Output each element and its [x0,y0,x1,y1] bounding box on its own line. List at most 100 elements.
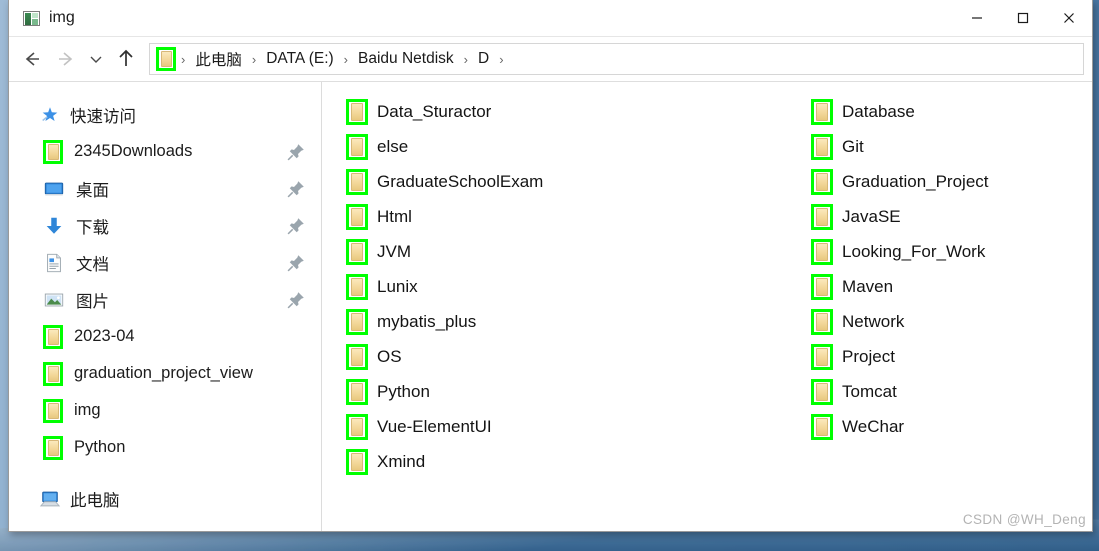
star-pin-icon [42,106,58,121]
file-item[interactable]: GraduateSchoolExam [346,164,811,199]
sidebar-item-label: 下载 [76,218,109,237]
green-folder-icon [346,308,368,335]
sidebar-item-documents[interactable]: 文档 [9,244,321,281]
file-item[interactable]: Network [811,304,1092,339]
sidebar-label-quick-access: 快速访问 [70,107,136,126]
file-item[interactable]: Vue-ElementUI [346,409,811,444]
address-bar[interactable]: › 此电脑 › DATA (E:) › Baidu Netdisk › D › [149,43,1084,75]
file-item[interactable]: Tomcat [811,374,1092,409]
pin-icon[interactable] [285,289,307,311]
maximize-icon [1017,12,1029,24]
green-folder-icon [346,273,368,300]
file-item-name: Project [842,346,895,366]
forward-button[interactable] [49,42,83,76]
file-item-name: Git [842,136,864,156]
window-title: img [49,9,75,26]
recent-locations-button[interactable] [83,42,109,76]
green-folder-icon [346,448,368,475]
sidebar-item-label: img [74,401,101,419]
green-folder-icon [811,308,834,335]
green-folder-icon [811,133,834,160]
breadcrumb-item-data-e[interactable]: DATA (E:) [261,48,338,70]
file-item[interactable]: Git [811,129,1092,164]
breadcrumb-separator: › [499,51,504,67]
sidebar-item-python[interactable]: Python [9,429,321,466]
file-item[interactable]: Lunix [346,269,811,304]
breadcrumb-separator: › [463,51,468,67]
green-folder-icon [811,203,834,230]
sidebar-item-label: Python [74,438,126,456]
file-item[interactable]: OS [346,339,811,374]
file-item[interactable]: else [346,129,811,164]
maximize-button[interactable] [1000,0,1046,36]
green-folder-icon [346,378,368,405]
file-item[interactable]: Data_Sturactor [346,94,811,129]
close-icon [1064,13,1074,23]
forward-arrow-icon [59,52,73,66]
this-pc-icon [39,491,61,506]
file-item[interactable]: Looking_For_Work [811,234,1092,269]
file-column-2: Database Git Graduation_Project JavaSE L… [811,94,1092,531]
back-button[interactable] [15,42,49,76]
green-folder-icon [811,413,834,440]
green-folder-icon [346,133,368,160]
minimize-button[interactable] [954,0,1000,36]
file-column-1: Data_Sturactor else GraduateSchoolExam H… [322,94,811,531]
green-folder-icon [346,168,368,195]
file-item[interactable]: Project [811,339,1092,374]
chevron-down-icon [90,56,102,63]
breadcrumb-item-d[interactable]: D [473,48,494,70]
file-item[interactable]: mybatis_plus [346,304,811,339]
green-folder-icon [346,203,368,230]
file-item[interactable]: Python [346,374,811,409]
file-item[interactable]: WeChar [811,409,1092,444]
file-list-pane[interactable]: Data_Sturactor else GraduateSchoolExam H… [322,82,1092,531]
sidebar-item-label: 文档 [76,255,109,274]
sidebar-item-img[interactable]: img [9,392,321,429]
file-item-name: OS [377,346,402,366]
file-explorer-window: img › 此电脑 › DATA (E:) › Baidu Netdisk › … [8,0,1093,532]
sidebar-item-desktop[interactable]: 桌面 [9,170,321,207]
sidebar-item-2345downloads[interactable]: 2345Downloads [9,133,321,170]
sidebar-item-2023-04[interactable]: 2023-04 [9,318,321,355]
file-item[interactable]: JVM [346,234,811,269]
file-item-name: Python [377,381,430,401]
file-item-name: Maven [842,276,894,296]
explorer-body: 快速访问 2345Downloads 桌面 下载 文档 图片 2023-04 g… [9,82,1092,531]
sidebar-item-quick-access[interactable]: 快速访问 [9,96,321,133]
file-item[interactable]: Html [346,199,811,234]
file-item-name: JavaSE [842,206,901,226]
file-item-name: WeChar [842,416,905,436]
file-item-name: Looking_For_Work [842,241,986,261]
breadcrumb-item-baidu-netdisk[interactable]: Baidu Netdisk [353,48,459,70]
sidebar-item-downloads[interactable]: 下载 [9,207,321,244]
file-item[interactable]: Graduation_Project [811,164,1092,199]
up-button[interactable] [109,42,143,76]
pin-icon[interactable] [285,252,307,274]
sidebar-item-this-pc[interactable]: 此电脑 [9,480,321,517]
file-item[interactable]: Xmind [346,444,811,479]
sidebar-item-label: 图片 [76,292,109,311]
file-item-name: JVM [377,241,411,261]
sidebar-label-this-pc: 此电脑 [70,491,120,510]
title-bar: img [9,0,1092,37]
file-columns: Data_Sturactor else GraduateSchoolExam H… [322,94,1092,531]
sidebar-item-pictures[interactable]: 图片 [9,281,321,318]
breadcrumb-separator: › [343,51,349,67]
pin-icon[interactable] [285,141,307,163]
green-folder-icon [43,435,63,460]
file-item-name: Lunix [377,276,418,296]
documents-icon [47,253,61,272]
file-item[interactable]: Database [811,94,1092,129]
file-item[interactable]: JavaSE [811,199,1092,234]
file-item[interactable]: Maven [811,269,1092,304]
pin-icon[interactable] [285,215,307,237]
pin-icon[interactable] [285,178,307,200]
up-arrow-icon [119,49,133,66]
close-button[interactable] [1046,0,1092,36]
sidebar-item-label: 2345Downloads [74,142,193,160]
sidebar-item-graduation-project-view[interactable]: graduation_project_view [9,355,321,392]
file-item-name: Data_Sturactor [377,101,492,121]
navigation-pane[interactable]: 快速访问 2345Downloads 桌面 下载 文档 图片 2023-04 g… [9,82,322,531]
breadcrumb-item-this-pc[interactable]: 此电脑 [190,46,247,72]
